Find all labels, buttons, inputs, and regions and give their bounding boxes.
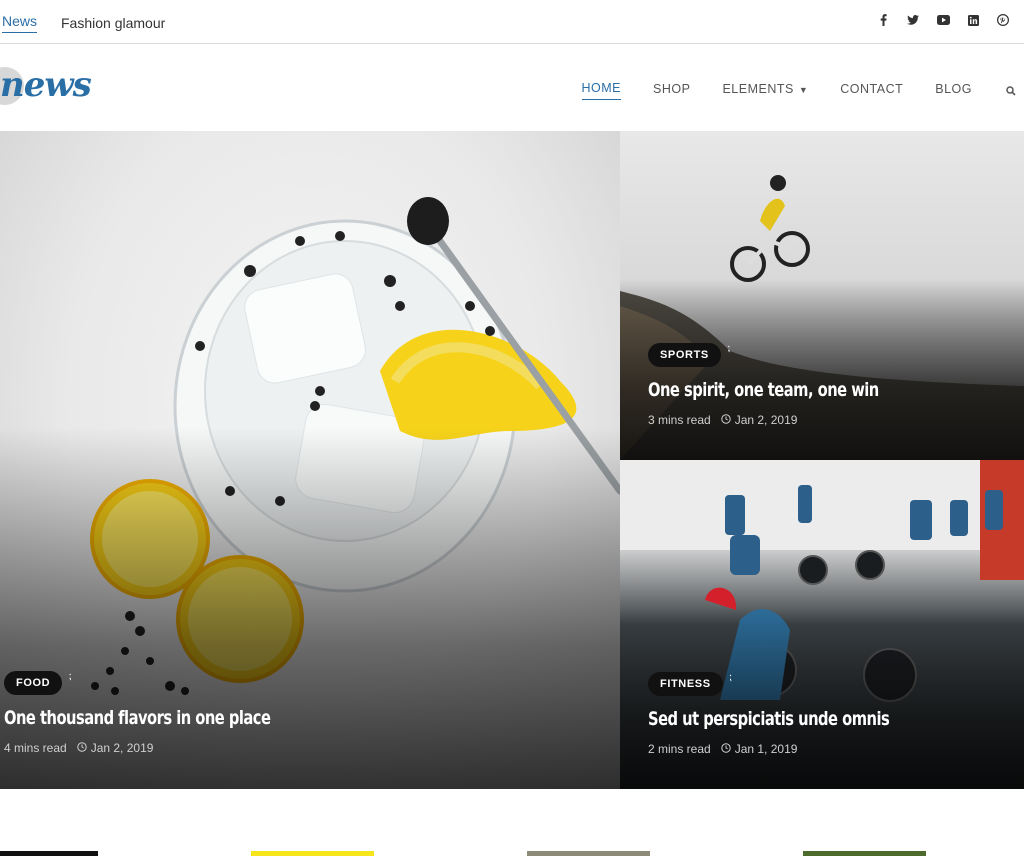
- news-label[interactable]: News: [2, 13, 38, 33]
- post-title[interactable]: Sed ut perspiciatis unde omnis: [648, 708, 890, 730]
- dots-icon: ⁏: [68, 671, 72, 682]
- site-header: news HOME SHOP ELEMENTS ▼ CONTACT BLOG: [0, 45, 1024, 131]
- nav-elements[interactable]: ELEMENTS ▼: [722, 82, 808, 100]
- youtube-icon[interactable]: [928, 12, 958, 28]
- category-badge[interactable]: SPORTS: [648, 343, 721, 367]
- search-icon[interactable]: [1006, 83, 1018, 96]
- post-date: Jan 2, 2019: [734, 413, 798, 427]
- read-time: 2 mins read: [648, 742, 711, 756]
- featured-post-fitness[interactable]: FITNESS⁏ Sed ut perspiciatis unde omnis …: [620, 460, 1024, 789]
- featured-post-sports[interactable]: SPORTS ⁏ One spirit, one team, one win 3 …: [620, 131, 1024, 460]
- news-ticker[interactable]: Fashion glamour: [61, 15, 165, 31]
- logo-text: news: [0, 65, 92, 105]
- thumbnail-3[interactable]: [527, 851, 650, 856]
- post-meta: FOOD⁏ One thousand flavors in one place …: [4, 671, 314, 755]
- thumbnail-2[interactable]: [251, 851, 374, 856]
- clock-icon: [77, 741, 87, 755]
- twitter-icon[interactable]: [898, 12, 928, 28]
- dots-icon: ⁏: [728, 672, 733, 683]
- post-byline: 4 mins read Jan 2, 2019: [4, 741, 314, 755]
- top-bar: News Fashion glamour: [0, 0, 1024, 44]
- social-links: [868, 12, 1018, 28]
- caret-down-icon: ▼: [798, 84, 809, 95]
- pinterest-icon[interactable]: [988, 12, 1018, 28]
- nav-contact[interactable]: CONTACT: [840, 82, 903, 100]
- post-meta: FITNESS⁏ Sed ut perspiciatis unde omnis …: [648, 672, 928, 756]
- read-time: 4 mins read: [4, 741, 67, 755]
- thumbnail-1[interactable]: [0, 851, 98, 856]
- clock-icon: [721, 413, 731, 427]
- post-byline: 2 mins read Jan 1, 2019: [648, 742, 928, 756]
- featured-post-food[interactable]: FOOD⁏ One thousand flavors in one place …: [0, 131, 620, 789]
- post-title[interactable]: One thousand flavors in one place: [4, 707, 271, 729]
- post-title[interactable]: One spirit, one team, one win: [648, 379, 879, 401]
- category-badge[interactable]: FITNESS: [648, 672, 723, 696]
- nav-shop[interactable]: SHOP: [653, 82, 690, 100]
- nav-elements-label: ELEMENTS: [722, 81, 794, 96]
- site-logo[interactable]: news: [0, 63, 106, 115]
- facebook-icon[interactable]: [868, 12, 898, 28]
- main-nav: HOME SHOP ELEMENTS ▼ CONTACT BLOG: [550, 81, 1019, 100]
- post-byline: 3 mins read Jan 2, 2019: [648, 413, 916, 427]
- linkedin-icon[interactable]: [958, 12, 988, 28]
- dots-icon: ⁏: [726, 343, 731, 354]
- read-time: 3 mins read: [648, 413, 711, 427]
- nav-blog[interactable]: BLOG: [935, 82, 972, 100]
- post-date: Jan 2, 2019: [90, 741, 154, 755]
- post-meta: SPORTS ⁏ One spirit, one team, one win 3 …: [648, 343, 916, 427]
- nav-home[interactable]: HOME: [581, 81, 621, 100]
- category-badge[interactable]: FOOD: [4, 671, 63, 695]
- post-date: Jan 1, 2019: [734, 742, 798, 756]
- thumbnail-4[interactable]: [803, 851, 926, 856]
- clock-icon: [721, 742, 731, 756]
